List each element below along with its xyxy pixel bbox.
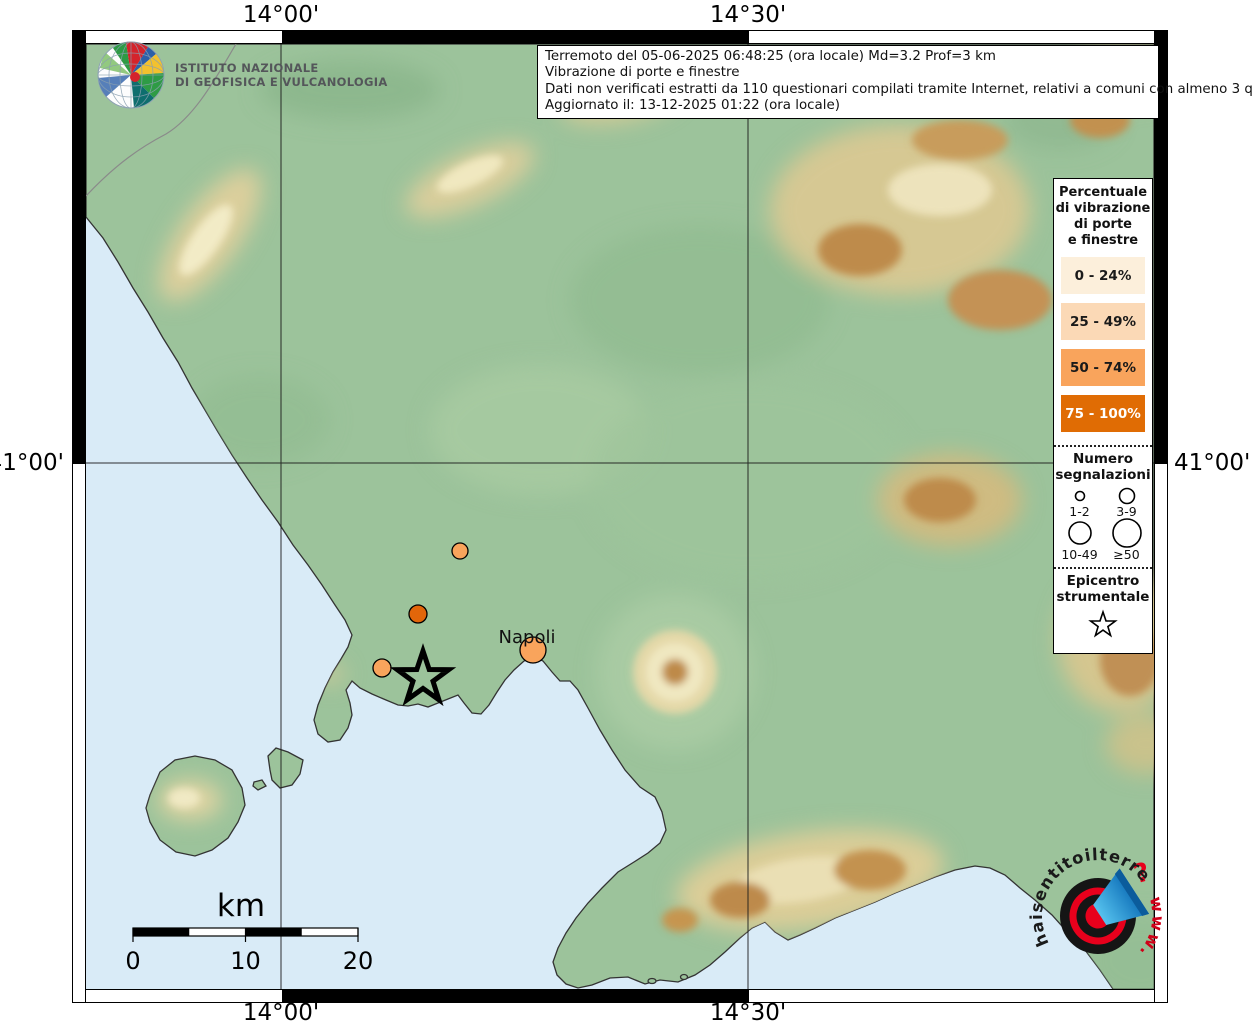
latitude-label-right: 41°00' — [1174, 450, 1250, 476]
scale-tick-10: 10 — [230, 947, 261, 975]
felt-report-dot — [452, 543, 468, 559]
legend-class-50-74: 50 - 74% — [1061, 349, 1145, 386]
legend-title-line: Percentuale — [1054, 185, 1152, 201]
legend-title-line: e finestre — [1054, 233, 1152, 249]
signal-size-10-49: 10-49 — [1056, 518, 1103, 561]
hsit-map-page: 14°00' 14°30' 14°00' 14°30' 41°00' 41°00… — [0, 0, 1254, 1024]
ingv-name-line2: DI GEOFISICA E VULCANOLOGIA — [175, 75, 388, 89]
legend: Percentuale di vibrazione di porte e fin… — [1053, 178, 1153, 654]
scale-unit: km — [217, 888, 265, 924]
terrain-map: km 0 10 20 Napoli — [86, 44, 1154, 989]
city-label-napoli: Napoli — [499, 627, 556, 648]
event-title: Terremoto del 05-06-2025 06:48:25 (ora l… — [545, 49, 1151, 65]
map-frame-left — [72, 30, 86, 1003]
longitude-label-top-left: 14°00' — [243, 2, 319, 28]
longitude-label-bottom-right: 14°30' — [710, 1000, 786, 1024]
event-effect: Vibrazione di porte e finestre — [545, 65, 1151, 81]
epicenter-legend-symbol — [1054, 605, 1152, 653]
scale-tick-20: 20 — [343, 947, 374, 975]
legend-class-25-49: 25 - 49% — [1061, 303, 1145, 340]
legend-title-line: di vibrazione — [1054, 201, 1152, 217]
scale-tick-0: 0 — [125, 947, 140, 975]
signal-size-3-9: 3-9 — [1103, 485, 1150, 518]
signals-title-line: Numero — [1054, 451, 1152, 467]
epicenter-title-line: Epicentro — [1054, 573, 1152, 589]
legend-class-75-100: 75 - 100% — [1061, 395, 1145, 432]
epicenter-title-line: strumentale — [1054, 589, 1152, 605]
signal-size-1-2: 1-2 — [1056, 485, 1103, 518]
event-disclaimer: Dati non verificati estratti da 110 ques… — [545, 82, 1151, 98]
event-updated: Aggiornato il: 13-12-2025 01:22 (ora loc… — [545, 98, 1151, 114]
legend-class-0-24: 0 - 24% — [1061, 257, 1145, 294]
haisentitoilterremoto-logo[interactable]: ? haisentitoilterremoto.it www. — [1022, 838, 1172, 994]
felt-report-dot — [409, 605, 427, 623]
star-icon — [1091, 612, 1116, 636]
ingv-globe-icon — [96, 40, 166, 110]
signals-title-line: segnalazioni — [1054, 467, 1152, 483]
event-info-box: Terremoto del 05-06-2025 06:48:25 (ora l… — [537, 45, 1159, 119]
latitude-label-left: 41°00' — [0, 450, 64, 476]
ingv-logo: ISTITUTO NAZIONALE DI GEOFISICA E VULCAN… — [96, 40, 388, 110]
longitude-label-bottom-left: 14°00' — [243, 1000, 319, 1024]
ingv-name-line1: ISTITUTO NAZIONALE — [175, 61, 388, 75]
map-frame-bottom — [72, 989, 1168, 1003]
felt-report-dot — [373, 659, 391, 677]
legend-title-line: di porte — [1054, 217, 1152, 233]
longitude-label-top-right: 14°30' — [710, 2, 786, 28]
signal-size-50plus: ≥50 — [1103, 518, 1150, 561]
